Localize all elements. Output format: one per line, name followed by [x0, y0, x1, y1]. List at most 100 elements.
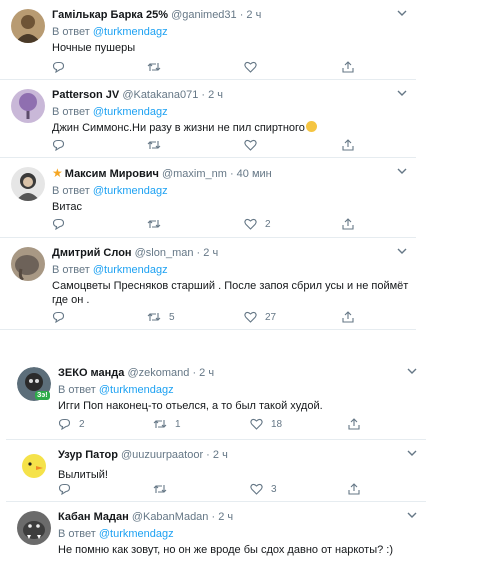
like-button[interactable]: 27: [244, 310, 276, 324]
tweet-text: Ночные пушеры: [52, 42, 136, 54]
retweet-icon: [153, 420, 167, 428]
chevron-down-icon[interactable]: [406, 510, 418, 520]
author-name[interactable]: Дмитрий Слон: [52, 247, 132, 259]
tweet-card[interactable]: Кабан Мадан @KabanMadan · 2 ч В ответ @t…: [6, 502, 482, 561]
author-handle[interactable]: @Katakana071 · 2 ч: [122, 89, 223, 101]
author-handle[interactable]: @slon_man · 2 ч: [135, 247, 219, 259]
tweet-text: Вылитый!: [58, 469, 108, 481]
tweet-card[interactable]: Узур Патор @uuzuurpaatoor · 2 ч Вылитый!…: [6, 440, 426, 502]
author-name[interactable]: Кабан Мадан: [58, 511, 129, 523]
reply-button[interactable]: [52, 60, 73, 74]
avatar[interactable]: Зэ!: [17, 367, 51, 401]
like-button[interactable]: 2: [244, 217, 271, 231]
like-button[interactable]: [244, 60, 265, 74]
avatar[interactable]: [11, 167, 45, 201]
chevron-down-icon[interactable]: [406, 448, 418, 458]
reply-icon: [52, 218, 65, 230]
author-name[interactable]: Узур Патор: [58, 449, 118, 461]
retweet-count: 5: [169, 311, 175, 323]
share-icon: [342, 139, 354, 151]
reply-context: В ответ @turkmendagz: [52, 184, 406, 198]
heart-icon: [244, 139, 257, 151]
share-button[interactable]: [342, 310, 354, 324]
like-button[interactable]: 3: [250, 482, 277, 496]
retweet-icon: [147, 313, 161, 321]
avatar[interactable]: [17, 511, 51, 545]
share-button[interactable]: [342, 60, 354, 74]
page-gap: [0, 330, 482, 354]
retweet-icon: [147, 63, 161, 71]
heart-icon: [250, 418, 263, 430]
tweet-card[interactable]: Дмитрий Слон @slon_man · 2 ч В ответ @tu…: [0, 238, 416, 330]
retweet-button[interactable]: [153, 482, 175, 496]
reply-to-link[interactable]: @turkmendagz: [93, 26, 168, 38]
share-button[interactable]: [348, 482, 360, 496]
like-count: 18: [271, 418, 283, 430]
reply-count: 2: [79, 418, 85, 430]
reply-to-link[interactable]: @turkmendagz: [93, 264, 168, 276]
author-name[interactable]: Гамількар Барка 25%: [52, 9, 168, 21]
reply-button[interactable]: [52, 138, 73, 152]
share-button[interactable]: [342, 138, 354, 152]
avatar[interactable]: [11, 9, 45, 43]
share-icon: [348, 418, 360, 430]
author-handle[interactable]: @ganimed31 · 2 ч: [171, 9, 261, 21]
author-handle[interactable]: @KabanMadan · 2 ч: [132, 511, 233, 523]
reply-prefix: В ответ: [52, 264, 90, 276]
reply-icon: [52, 139, 65, 151]
reply-prefix: В ответ: [52, 106, 90, 118]
reply-to-link[interactable]: @turkmendagz: [93, 106, 168, 118]
retweet-button[interactable]: 1: [153, 417, 181, 431]
chevron-down-icon[interactable]: [396, 88, 408, 98]
reply-icon: [52, 311, 65, 323]
avatar[interactable]: [11, 89, 45, 123]
reply-prefix: В ответ: [52, 185, 90, 197]
tweet-card[interactable]: Гамількар Барка 25% @ganimed31 · 2 ч В о…: [0, 0, 416, 80]
chevron-down-icon[interactable]: [396, 246, 408, 256]
tweet-card[interactable]: Patterson JV @Katakana071 · 2 ч В ответ …: [0, 80, 416, 158]
tweet-card[interactable]: Зэ! ЗЕКО манда @zekomand · 2 ч В ответ @…: [6, 358, 426, 440]
tweet-card[interactable]: ★ Максим Мирович @maxim_nm · 40 мин В отв…: [0, 158, 416, 238]
tweet-text: Игги Поп наконец-то отьелся, а то был та…: [58, 400, 323, 412]
like-button[interactable]: 18: [250, 417, 282, 431]
reply-context: В ответ @turkmendagz: [58, 383, 416, 397]
reply-prefix: В ответ: [52, 26, 90, 38]
reply-prefix: В ответ: [58, 384, 96, 396]
heart-icon: [244, 61, 257, 73]
tweet-text: Самоцветы Пресняков старший . После запо…: [52, 280, 409, 306]
like-count: 2: [265, 218, 271, 230]
retweet-button[interactable]: [147, 217, 169, 231]
chevron-down-icon[interactable]: [406, 366, 418, 376]
reply-to-link[interactable]: @turkmendagz: [93, 185, 168, 197]
reply-icon: [52, 61, 65, 73]
avatar[interactable]: [17, 449, 51, 483]
share-button[interactable]: [348, 417, 360, 431]
reply-button[interactable]: [52, 217, 73, 231]
retweet-button[interactable]: [147, 60, 169, 74]
share-icon: [348, 483, 360, 495]
chevron-down-icon[interactable]: [396, 8, 408, 18]
author-name[interactable]: ЗЕКО манда: [58, 367, 124, 379]
author-handle[interactable]: @zekomand · 2 ч: [127, 367, 214, 379]
author-handle[interactable]: @uuzuurpaatoor · 2 ч: [121, 449, 228, 461]
retweet-count: 1: [175, 418, 181, 430]
reply-button[interactable]: 2: [58, 417, 85, 431]
retweet-button[interactable]: [147, 138, 169, 152]
reply-context: В ответ @turkmendagz: [52, 263, 406, 277]
heart-icon: [244, 218, 257, 230]
reply-icon: [58, 483, 71, 495]
retweet-button[interactable]: 5: [147, 310, 175, 324]
reply-button[interactable]: [52, 310, 73, 324]
author-name[interactable]: Максим Мирович: [65, 168, 159, 180]
author-handle[interactable]: @maxim_nm · 40 мин: [162, 168, 272, 180]
reply-button[interactable]: [58, 482, 79, 496]
reply-to-link[interactable]: @turkmendagz: [99, 528, 174, 540]
like-button[interactable]: [244, 138, 265, 152]
avatar[interactable]: [11, 247, 45, 281]
chevron-down-icon[interactable]: [396, 166, 408, 176]
author-name[interactable]: Patterson JV: [52, 89, 119, 101]
reply-icon: [58, 418, 71, 430]
share-button[interactable]: [342, 217, 354, 231]
reply-context: В ответ @turkmendagz: [52, 105, 406, 119]
reply-to-link[interactable]: @turkmendagz: [99, 384, 174, 396]
